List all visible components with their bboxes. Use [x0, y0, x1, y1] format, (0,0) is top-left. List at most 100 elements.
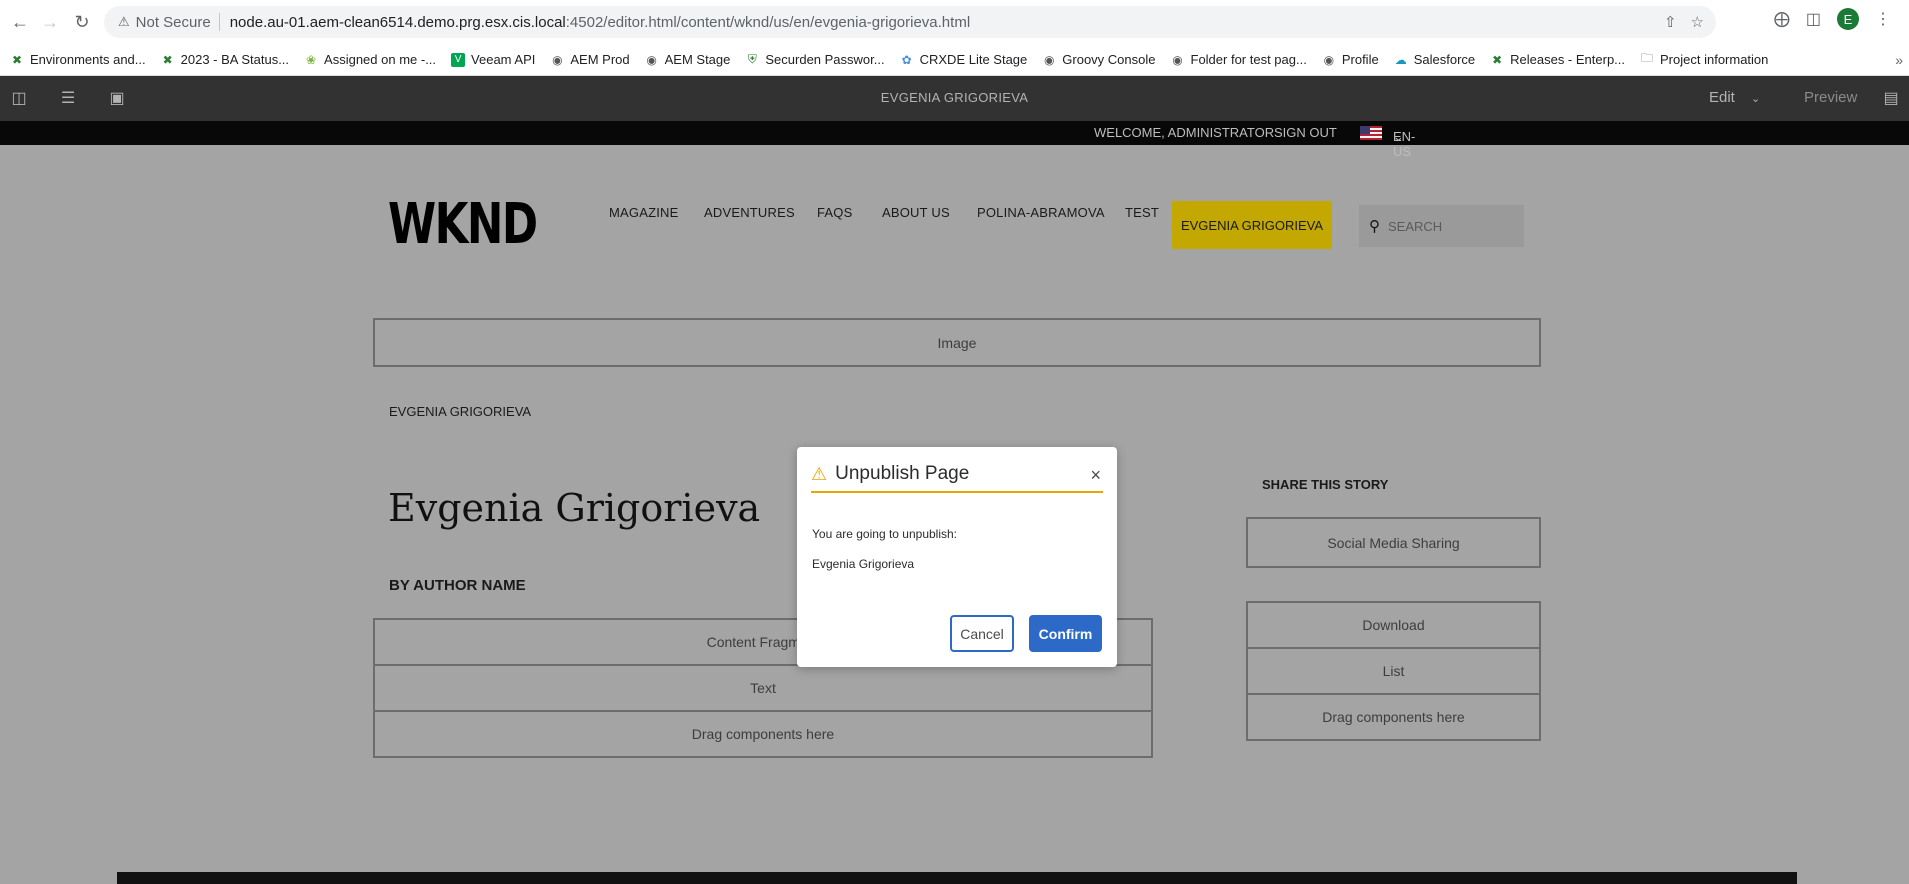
- bookmark-label: Assigned on me -...: [324, 52, 437, 67]
- drop-zone[interactable]: Drag components here: [1246, 693, 1541, 741]
- bookmark-item[interactable]: ◉ Folder for test pag...: [1171, 52, 1307, 67]
- article-title: Evgenia Grigorieva: [388, 486, 761, 530]
- globe-icon: ◉: [1044, 52, 1055, 67]
- extensions-icon[interactable]: ⨁: [1774, 9, 1790, 29]
- bookmark-item[interactable]: ✿ CRXDE Lite Stage: [900, 52, 1028, 67]
- warning-icon: ⚠: [118, 14, 130, 29]
- x-logo-icon: ✖: [11, 52, 23, 67]
- dialog-title: Unpublish Page: [835, 463, 970, 484]
- bookmark-label: Project information: [1660, 52, 1769, 67]
- bookmark-item[interactable]: ◉ Profile: [1322, 52, 1379, 67]
- wknd-logo[interactable]: WKND: [388, 197, 538, 253]
- bookmark-item[interactable]: ❀ Assigned on me -...: [304, 52, 436, 67]
- globe-icon: ◉: [1172, 52, 1183, 67]
- browser-toolbar: ← → ↻ ⚠ Not Secure node.au-01.aem-clean6…: [0, 0, 1909, 44]
- v-logo-icon: V: [451, 52, 466, 67]
- cancel-button[interactable]: Cancel: [950, 615, 1014, 652]
- bookmark-label: Releases - Enterp...: [1510, 52, 1626, 67]
- bookmark-label: Salesforce: [1413, 52, 1476, 67]
- bookmark-label: CRXDE Lite Stage: [919, 52, 1028, 67]
- bookmark-item[interactable]: ◉ AEM Stage: [645, 52, 731, 67]
- nav-item-evgenia-grigorieva[interactable]: EVGENIA GRIGORIEVA: [1172, 201, 1332, 249]
- search-icon: ⚲: [1369, 218, 1380, 235]
- mode-selector[interactable]: Edit ⌄: [1709, 89, 1760, 106]
- profile-avatar[interactable]: E: [1837, 8, 1859, 30]
- folder-icon: 🗀: [1641, 51, 1654, 65]
- bookmark-star-icon[interactable]: ☆: [1691, 13, 1704, 31]
- bookmark-label: Folder for test pag...: [1190, 52, 1307, 67]
- bookmark-item[interactable]: ✖ Environments and...: [10, 52, 146, 67]
- bookmark-item[interactable]: ⛨ Securden Passwor...: [745, 52, 885, 67]
- drop-zone[interactable]: Drag components here: [373, 710, 1153, 758]
- chevron-down-icon: ⌄: [1393, 129, 1404, 144]
- nav-item-faqs[interactable]: FAQS: [817, 205, 852, 220]
- close-icon[interactable]: ×: [1090, 465, 1101, 486]
- bookmark-label: AEM Prod: [570, 52, 630, 67]
- bookmark-label: 2023 - BA Status...: [180, 52, 290, 67]
- preview-button[interactable]: Preview: [1804, 89, 1857, 106]
- bookmark-item[interactable]: ◉ AEM Prod: [550, 52, 630, 67]
- social-sharing-placeholder[interactable]: Social Media Sharing: [1246, 517, 1541, 568]
- dialog-message: You are going to unpublish:: [812, 527, 958, 541]
- bookmark-item[interactable]: ✖ 2023 - BA Status...: [161, 52, 289, 67]
- x-logo-icon: ✖: [1492, 52, 1503, 67]
- security-label[interactable]: Not Secure: [136, 14, 211, 31]
- shield-icon: ⛨: [747, 52, 757, 66]
- bookmarks-bar: ✖ Environments and... ✖ 2023 - BA Status..…: [0, 44, 1909, 76]
- download-component-placeholder[interactable]: Download: [1246, 601, 1541, 649]
- search-input[interactable]: ⚲ SEARCH: [1359, 205, 1524, 247]
- nav-item-adventures[interactable]: ADVENTURES: [704, 205, 795, 220]
- bookmark-label: Veeam API: [471, 52, 536, 67]
- badge-icon: ❀: [306, 52, 317, 67]
- annotations-icon[interactable]: ▤: [1880, 87, 1902, 109]
- sign-out-link[interactable]: SIGN OUT: [1274, 125, 1337, 140]
- unpublish-target: Evgenia Grigorieva: [812, 557, 915, 571]
- menu-icon[interactable]: ⋮: [1875, 9, 1891, 29]
- page-title: EVGENIA GRIGORIEVA: [880, 90, 1029, 105]
- bookmark-item[interactable]: ✖ Releases - Enterp...: [1490, 52, 1625, 67]
- bookmark-item[interactable]: V Veeam API: [451, 52, 535, 67]
- forward-icon[interactable]: →: [36, 8, 64, 36]
- more-bookmarks-icon[interactable]: »: [1895, 52, 1903, 68]
- bookmark-item[interactable]: ☁ Salesforce: [1394, 52, 1475, 67]
- nav-item-about-us[interactable]: ABOUT US: [882, 205, 950, 220]
- search-placeholder: SEARCH: [1388, 218, 1443, 234]
- image-component-placeholder[interactable]: Image: [373, 318, 1541, 367]
- us-flag-icon: [1360, 126, 1382, 140]
- site-topbar: WELCOME, ADMINISTRATOR SIGN OUT EN-US ⌄: [0, 121, 1909, 159]
- url-path: :4502/editor.html/content/wknd/us/en/evg…: [565, 13, 971, 31]
- share-icon[interactable]: ⇧: [1664, 13, 1677, 31]
- globe-icon: ◉: [1323, 52, 1335, 67]
- bookmark-label: Groovy Console: [1062, 52, 1156, 67]
- mode-label: Edit: [1709, 89, 1735, 106]
- chevron-down-icon: ⌄: [1751, 93, 1761, 105]
- bookmark-label: Profile: [1341, 52, 1379, 67]
- bookmark-item[interactable]: ◉ Groovy Console: [1042, 52, 1155, 67]
- nav-item-test[interactable]: TEST: [1125, 205, 1159, 220]
- address-bar[interactable]: ⚠ Not Secure node.au-01.aem-clean6514.de…: [104, 6, 1716, 38]
- aem-editor-toolbar: ◫ ☰ ▣ EVGENIA GRIGORIEVA Edit ⌄ Preview …: [0, 76, 1909, 121]
- dialog-header: ⚠ Unpublish Page ×: [811, 457, 1103, 493]
- side-panel-icon[interactable]: ◫: [1806, 9, 1821, 29]
- share-heading: SHARE THIS STORY: [1262, 477, 1389, 492]
- reload-icon[interactable]: ↻: [68, 8, 96, 36]
- separator: [218, 13, 220, 31]
- nav-item-magazine[interactable]: MAGAZINE: [609, 205, 679, 220]
- text-component-placeholder[interactable]: Text: [373, 664, 1153, 712]
- confirm-button[interactable]: Confirm: [1029, 615, 1102, 652]
- bookmark-label: Environments and...: [30, 52, 146, 67]
- x-logo-icon: ✖: [162, 52, 173, 67]
- footer: [117, 872, 1797, 884]
- bookmark-label: AEM Stage: [664, 52, 731, 67]
- list-component-placeholder[interactable]: List: [1246, 647, 1541, 695]
- nav-item-polina-abramova[interactable]: POLINA-ABRAMOVA: [977, 205, 1105, 220]
- bookmark-label: Securden Passwor...: [765, 52, 885, 67]
- bookmark-item[interactable]: 🗀 Project information: [1640, 51, 1769, 67]
- warning-icon: ⚠: [811, 463, 828, 484]
- cloud-icon: ☁: [1394, 52, 1407, 67]
- back-icon[interactable]: ←: [6, 8, 34, 36]
- globe-icon: ◉: [552, 52, 563, 67]
- url-host: node.au-01.aem-clean6514.demo.prg.esx.ci…: [229, 13, 566, 31]
- unpublish-dialog: ⚠ Unpublish Page × You are going to unpu…: [797, 447, 1117, 667]
- crx-icon: ✿: [901, 52, 912, 67]
